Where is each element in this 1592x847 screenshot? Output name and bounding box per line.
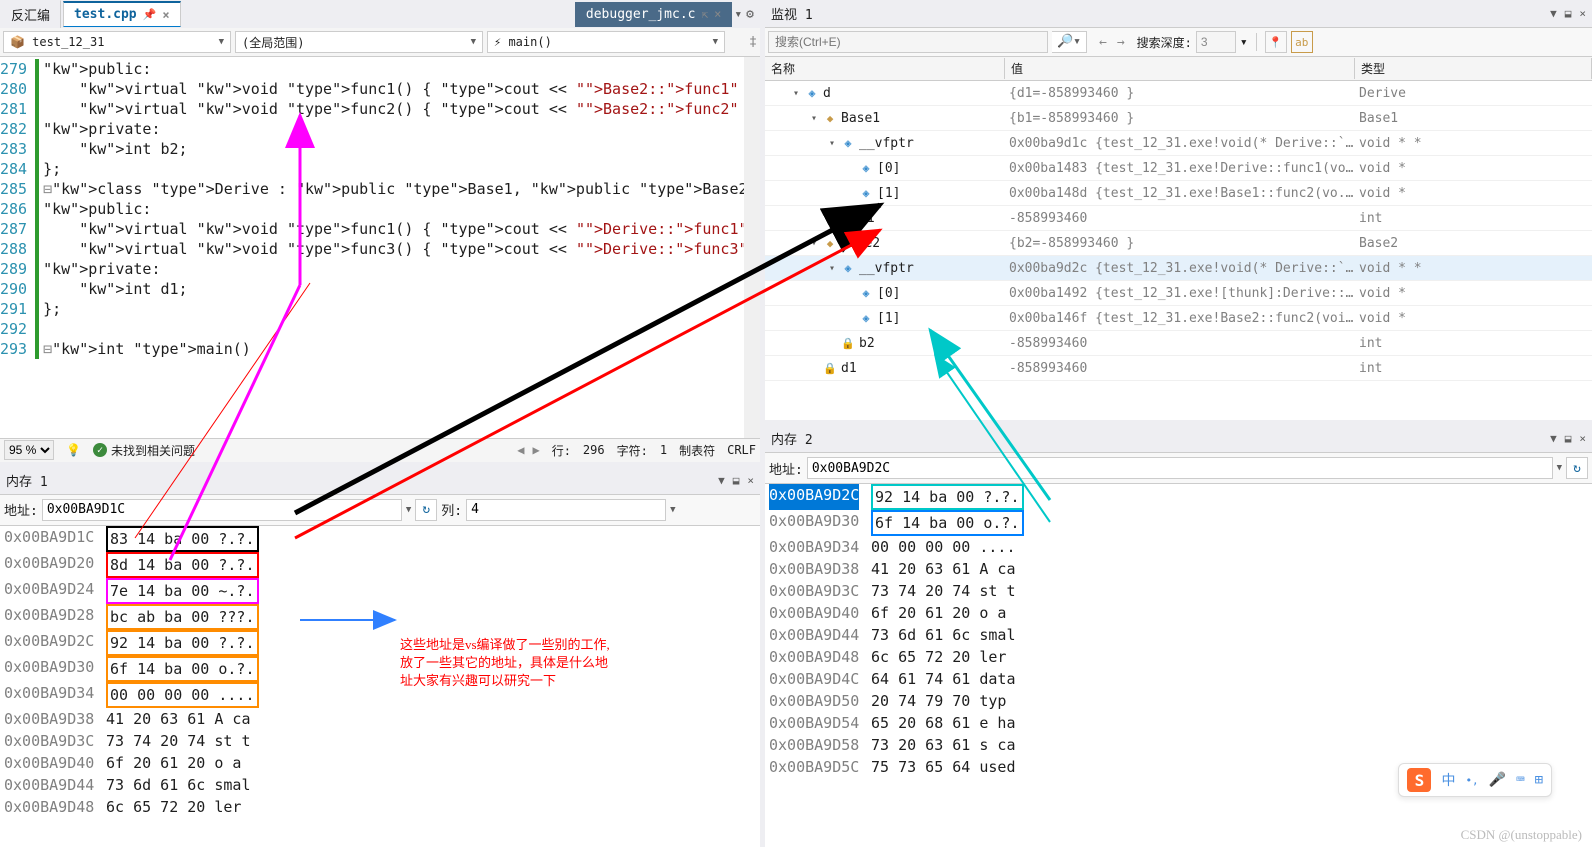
memory-row[interactable]: 0x00BA9D486c 65 72 20 ler	[4, 796, 756, 818]
address-label: 地址:	[769, 459, 803, 478]
memory-row[interactable]: 0x00BA9D306f 14 ba 00 o.?.	[769, 510, 1588, 536]
ime-mic-icon[interactable]: 🎤	[1489, 772, 1506, 788]
watch-row[interactable]: ◈[1]0x00ba148d {test_12_31.exe!Base1::fu…	[765, 181, 1592, 206]
scope-project-dropdown[interactable]: 📦 test_12_31▼	[3, 31, 231, 53]
search-icon[interactable]: 🔎▾	[1052, 31, 1087, 53]
pin-icon[interactable]: 📌	[143, 8, 157, 21]
dropdown-icon[interactable]: ▼	[1550, 7, 1557, 20]
watch-title: 监视 1	[771, 4, 813, 23]
memory-row[interactable]: 0x00BA9D5020 74 79 70 typ	[769, 690, 1588, 712]
nav-left-icon[interactable]: ◀	[517, 443, 524, 457]
memory-row[interactable]: 0x00BA9D3400 00 00 00 ....	[769, 536, 1588, 558]
pin-icon[interactable]: ⬓	[733, 474, 740, 487]
memory-row[interactable]: 0x00BA9D406f 20 61 20 o a	[4, 752, 756, 774]
tab-test-cpp[interactable]: test.cpp 📌 ×	[63, 1, 181, 27]
scope-global-dropdown[interactable]: (全局范围)▼	[235, 31, 483, 53]
pin-icon[interactable]: ⇱	[701, 8, 708, 21]
editor-tab-bar: 反汇编 test.cpp 📌 × debugger_jmc.c ⇱ × ▾ ⚙	[0, 0, 760, 28]
memory-row[interactable]: 0x00BA9D4C64 61 74 61 data	[769, 668, 1588, 690]
tab-label: test.cpp	[74, 7, 137, 22]
memory-row[interactable]: 0x00BA9D3C73 74 20 74 st t	[769, 580, 1588, 602]
memory-row[interactable]: 0x00BA9D1C83 14 ba 00 ?.?.	[4, 526, 756, 552]
memory-row[interactable]: 0x00BA9D3400 00 00 00 ....	[4, 682, 756, 708]
ime-keyboard-icon[interactable]: ⌨	[1516, 772, 1524, 788]
watch-row[interactable]: ◈[1]0x00ba146f {test_12_31.exe!Base2::fu…	[765, 306, 1592, 331]
ime-toolbar[interactable]: S 中 •, 🎤 ⌨ ⊞	[1398, 763, 1552, 797]
pin-icon[interactable]: ⬓	[1565, 7, 1572, 20]
scope-dropdown-row: 📦 test_12_31▼ (全局范围)▼ ⚡ main()▼ ‡	[0, 28, 760, 57]
memory1-columns-input[interactable]	[466, 499, 666, 521]
col-header-value[interactable]: 值	[1005, 58, 1355, 79]
memory1-body[interactable]: 这些地址是vs编译做了一些别的工作, 放了一些其它的地址，具体是什么地 址大家有…	[0, 526, 760, 847]
zoom-select[interactable]: 95 %	[4, 440, 54, 460]
gear-icon[interactable]: ⚙	[746, 7, 754, 22]
ime-punct[interactable]: •,	[1465, 774, 1478, 787]
col-header-type[interactable]: 类型	[1355, 58, 1592, 79]
pin-icon[interactable]: ⬓	[1565, 432, 1572, 445]
depth-input[interactable]	[1196, 31, 1236, 53]
watch-row[interactable]: 🔒b1-858993460int	[765, 206, 1592, 231]
code-editor[interactable]: 2792802812822832842852862872882892902912…	[0, 57, 760, 438]
depth-label: 搜索深度:	[1137, 34, 1192, 51]
nav-back-icon[interactable]: ←	[1095, 33, 1111, 52]
close-icon[interactable]: ×	[714, 7, 721, 21]
editor-status-bar: 95 % 💡 ✓未找到相关问题 ◀ ▶ 行:296 字符:1 制表符 CRLF	[0, 438, 760, 462]
sogou-logo-icon: S	[1407, 768, 1431, 792]
memory-row[interactable]: 0x00BA9D208d 14 ba 00 ?.?.	[4, 552, 756, 578]
memory-row[interactable]: 0x00BA9D406f 20 61 20 o a	[769, 602, 1588, 624]
close-icon[interactable]: ×	[1579, 7, 1586, 20]
disassembly-tab[interactable]: 反汇编	[0, 0, 61, 29]
memory-row[interactable]: 0x00BA9D3C73 74 20 74 st t	[4, 730, 756, 752]
nav-fwd-icon[interactable]: →	[1113, 33, 1129, 52]
watch-row[interactable]: ▾◆Base1{b1=-858993460 }Base1	[765, 106, 1592, 131]
memory1-title: 内存 1	[6, 471, 48, 490]
dropdown-icon[interactable]: ▼	[718, 474, 725, 487]
memory2-title: 内存 2	[771, 429, 813, 448]
watch-row[interactable]: ▾◈__vfptr0x00ba9d2c {test_12_31.exe!void…	[765, 256, 1592, 281]
ime-lang[interactable]: 中	[1441, 770, 1455, 790]
nav-right-icon[interactable]: ▶	[532, 443, 539, 457]
col-header-name[interactable]: 名称	[765, 58, 1005, 79]
memory-row[interactable]: 0x00BA9D5873 20 63 61 s ca	[769, 734, 1588, 756]
memory-row[interactable]: 0x00BA9D3841 20 63 61 A ca	[769, 558, 1588, 580]
refresh-icon[interactable]: ↻	[1566, 457, 1588, 479]
memory-row[interactable]: 0x00BA9D4473 6d 61 6c smal	[4, 774, 756, 796]
watch-row[interactable]: ◈[0]0x00ba1492 {test_12_31.exe![thunk]:D…	[765, 281, 1592, 306]
memory-row[interactable]: 0x00BA9D28bc ab ba 00 ???.	[4, 604, 756, 630]
hex-toggle-icon[interactable]: ab	[1291, 31, 1313, 53]
split-button[interactable]: ‡	[749, 35, 757, 50]
memory-row[interactable]: 0x00BA9D4473 6d 61 6c smal	[769, 624, 1588, 646]
refresh-icon[interactable]: ↻	[415, 499, 437, 521]
memory1-address-input[interactable]	[42, 499, 402, 521]
memory-row[interactable]: 0x00BA9D306f 14 ba 00 o.?.	[4, 656, 756, 682]
watermark: CSDN @(unstoppable)	[1461, 827, 1582, 843]
close-icon[interactable]: ×	[162, 8, 169, 22]
memory-row[interactable]: 0x00BA9D5465 20 68 61 e ha	[769, 712, 1588, 734]
close-icon[interactable]: ×	[1579, 432, 1586, 445]
memory-row[interactable]: 0x00BA9D486c 65 72 20 ler	[769, 646, 1588, 668]
ime-grid-icon[interactable]: ⊞	[1535, 772, 1543, 788]
close-icon[interactable]: ×	[747, 474, 754, 487]
tab-label: debugger_jmc.c	[586, 7, 696, 22]
scope-func-dropdown[interactable]: ⚡ main()▼	[487, 31, 725, 53]
memory-row[interactable]: 0x00BA9D247e 14 ba 00 ~.?.	[4, 578, 756, 604]
watch-row[interactable]: ▾◈__vfptr0x00ba9d1c {test_12_31.exe!void…	[765, 131, 1592, 156]
watch-row[interactable]: ◈[0]0x00ba1483 {test_12_31.exe!Derive::f…	[765, 156, 1592, 181]
watch-row[interactable]: ▾◈d{d1=-858993460 }Derive	[765, 81, 1592, 106]
watch-search-input[interactable]	[768, 31, 1048, 53]
tab-debugger-jmc[interactable]: debugger_jmc.c ⇱ ×	[575, 2, 732, 27]
watch-body[interactable]: ▾◈d{d1=-858993460 }Derive▾◆Base1{b1=-858…	[765, 81, 1592, 420]
watch-row[interactable]: 🔒b2-858993460int	[765, 331, 1592, 356]
dropdown-icon[interactable]: ▼	[1550, 432, 1557, 445]
memory-row[interactable]: 0x00BA9D2C92 14 ba 00 ?.?.	[769, 484, 1588, 510]
memory2-address-input[interactable]	[807, 457, 1553, 479]
address-label: 地址:	[4, 500, 38, 519]
watch-row[interactable]: 🔒d1-858993460int	[765, 356, 1592, 381]
overflow-button[interactable]: ▾	[734, 7, 742, 22]
col-label: 列:	[441, 500, 462, 519]
pin-watch-icon[interactable]: 📍	[1265, 31, 1287, 53]
watch-row[interactable]: ▾◆Base2{b2=-858993460 }Base2	[765, 231, 1592, 256]
memory-row[interactable]: 0x00BA9D2C92 14 ba 00 ?.?.	[4, 630, 756, 656]
memory-row[interactable]: 0x00BA9D3841 20 63 61 A ca	[4, 708, 756, 730]
